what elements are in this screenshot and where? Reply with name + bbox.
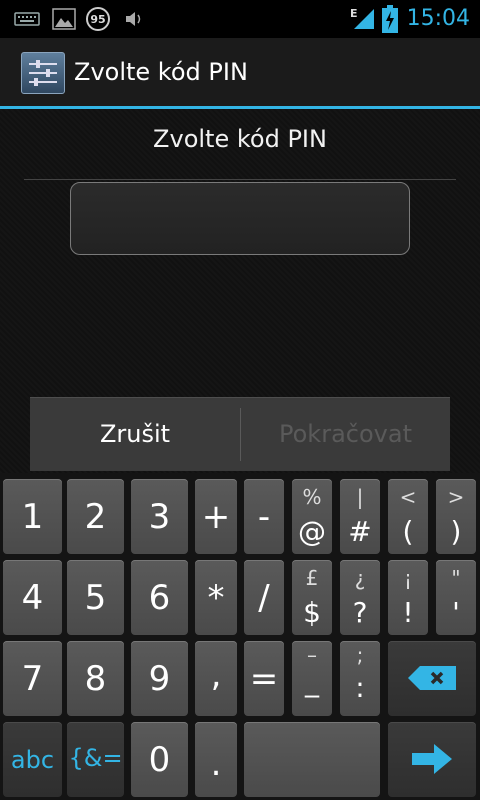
- image-icon: [52, 0, 76, 38]
- key-label: /: [258, 578, 270, 618]
- pin-input[interactable]: [70, 182, 410, 255]
- key-4[interactable]: 4: [3, 560, 62, 635]
- key-comma[interactable]: ,: [195, 641, 237, 716]
- key-colon[interactable]: ;:: [340, 641, 380, 716]
- key-3[interactable]: 3: [131, 479, 188, 554]
- key-slash[interactable]: /: [244, 560, 284, 635]
- key-asterisk[interactable]: *: [195, 560, 237, 635]
- symbols-key[interactable]: {&=: [67, 722, 124, 797]
- key-hash[interactable]: | #: [340, 479, 380, 554]
- key-label: :: [355, 671, 365, 704]
- key-label: _: [305, 665, 319, 698]
- key-9[interactable]: 9: [131, 641, 188, 716]
- key-7[interactable]: 7: [3, 641, 62, 716]
- key-period[interactable]: .: [195, 722, 237, 797]
- key-label: abc: [10, 746, 55, 774]
- key-alt-label: –: [307, 643, 317, 667]
- battery-charging-icon: [382, 0, 398, 38]
- key-8[interactable]: 8: [67, 641, 124, 716]
- key-2[interactable]: 2: [67, 479, 124, 554]
- key-0[interactable]: 0: [131, 722, 188, 797]
- key-label: #: [348, 515, 372, 548]
- status-bar: 95 E 15:04: [0, 0, 480, 38]
- key-alt-label: %: [302, 485, 322, 509]
- continue-button[interactable]: Pokračovat: [241, 398, 450, 471]
- key-label: @: [298, 515, 326, 548]
- space-key[interactable]: [244, 722, 380, 797]
- key-minus[interactable]: -: [244, 479, 284, 554]
- arrow-right-icon: [412, 744, 452, 774]
- key-at[interactable]: % @: [292, 479, 332, 554]
- key-underscore[interactable]: – _: [292, 641, 332, 716]
- keyboard-icon: [14, 0, 40, 38]
- enter-key[interactable]: [388, 722, 476, 797]
- key-alt-label: ;: [356, 643, 364, 667]
- signal-icon: [352, 0, 376, 38]
- keyboard: 1 2 3 + - % @ | # <( >) 4 5 6 * / £ $ ¿? ¡!…: [0, 473, 480, 800]
- button-bar: Zrušit Pokračovat: [30, 397, 450, 471]
- key-label: (: [402, 515, 414, 548]
- key-alt-label: ¡: [403, 566, 413, 590]
- key-label: .: [210, 744, 222, 784]
- key-question[interactable]: ¿?: [340, 560, 380, 635]
- key-label: 1: [21, 497, 44, 537]
- key-alt-label: ¿: [354, 566, 366, 590]
- key-label: 8: [84, 659, 107, 699]
- key-label: !: [402, 596, 414, 629]
- key-label: 4: [21, 578, 44, 618]
- key-alt-label: <: [399, 485, 417, 509]
- key-close-paren[interactable]: >): [436, 479, 476, 554]
- key-alt-label: ": [451, 566, 461, 590]
- backspace-icon: [408, 666, 456, 690]
- key-label: ': [452, 596, 460, 629]
- key-plus[interactable]: +: [195, 479, 237, 554]
- key-label: 3: [148, 497, 171, 537]
- key-label: $: [303, 596, 321, 629]
- key-label: 7: [21, 659, 44, 699]
- delete-key[interactable]: [388, 641, 476, 716]
- key-apostrophe[interactable]: " ': [436, 560, 476, 635]
- key-label: +: [201, 497, 231, 537]
- key-label: 0: [148, 740, 171, 780]
- key-1[interactable]: 1: [3, 479, 62, 554]
- key-label: 6: [148, 578, 171, 618]
- key-exclamation[interactable]: ¡!: [388, 560, 428, 635]
- pin-header: Zvolte kód PIN: [153, 125, 327, 153]
- key-label: ?: [352, 596, 368, 629]
- action-bar-title: Zvolte kód PIN: [74, 58, 248, 86]
- key-equals[interactable]: =: [244, 641, 284, 716]
- key-alt-label: £: [305, 566, 319, 590]
- abc-key[interactable]: abc: [3, 722, 62, 797]
- clock: 15:04: [406, 6, 470, 31]
- key-label: 9: [148, 659, 171, 699]
- cancel-button[interactable]: Zrušit: [30, 398, 240, 471]
- settings-sliders-icon[interactable]: [21, 52, 65, 94]
- key-open-paren[interactable]: <(: [388, 479, 428, 554]
- key-dollar[interactable]: £ $: [292, 560, 332, 635]
- badge-95-icon: 95: [86, 0, 110, 38]
- notification-badge-value: 95: [86, 7, 110, 31]
- key-label: *: [207, 578, 225, 618]
- key-label: 5: [84, 578, 107, 618]
- key-label: ,: [210, 655, 222, 695]
- header-divider: [24, 179, 456, 180]
- key-5[interactable]: 5: [67, 560, 124, 635]
- key-alt-label: >: [447, 485, 465, 509]
- key-label: 2: [84, 497, 107, 537]
- key-label: ): [450, 515, 462, 548]
- key-label: -: [257, 497, 271, 537]
- volume-icon: [124, 0, 146, 38]
- key-label: =: [249, 659, 279, 699]
- key-label: {&=: [68, 744, 123, 772]
- key-6[interactable]: 6: [131, 560, 188, 635]
- key-alt-label: |: [356, 485, 364, 509]
